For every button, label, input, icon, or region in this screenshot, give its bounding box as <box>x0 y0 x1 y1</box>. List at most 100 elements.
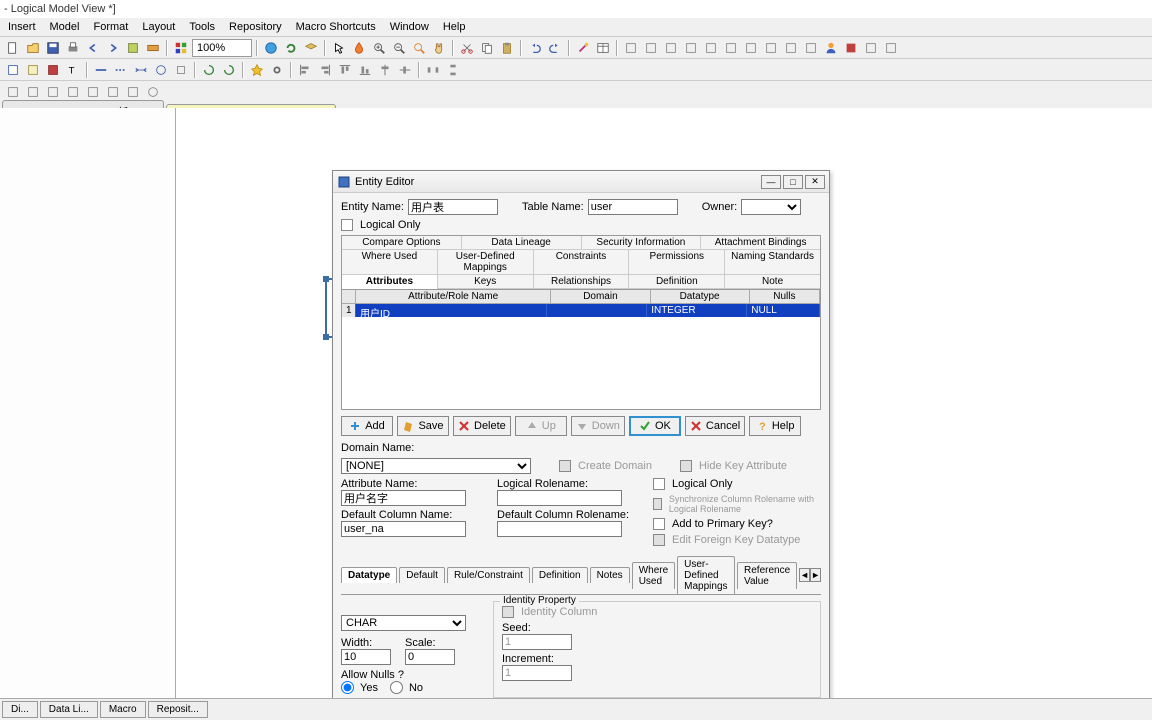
tool-refresh-icon[interactable] <box>282 39 300 57</box>
bottom-tab-0[interactable]: Di... <box>2 701 38 718</box>
tool-g5-icon[interactable] <box>702 39 720 57</box>
t3-8-icon[interactable] <box>144 83 162 101</box>
tab-note[interactable]: Note <box>725 275 820 289</box>
subtab-prev-button[interactable]: ◄ <box>799 568 810 582</box>
ok-button[interactable]: OK <box>629 416 681 436</box>
menu-insert[interactable]: Insert <box>2 19 42 35</box>
rel-subtype-icon[interactable] <box>152 61 170 79</box>
t3-1-icon[interactable] <box>4 83 22 101</box>
dist-h-icon[interactable] <box>424 61 442 79</box>
menu-window[interactable]: Window <box>384 19 435 35</box>
minimize-button[interactable]: — <box>761 175 781 189</box>
menu-layout[interactable]: Layout <box>136 19 181 35</box>
subtab-default[interactable]: Default <box>399 567 445 583</box>
bottom-tab-1[interactable]: Data Li... <box>40 701 98 718</box>
bottom-tab-3[interactable]: Reposit... <box>148 701 208 718</box>
t3-5-icon[interactable] <box>84 83 102 101</box>
align-vcenter-icon[interactable] <box>396 61 414 79</box>
tool-star-icon[interactable] <box>248 61 266 79</box>
entity-name-input[interactable] <box>408 199 498 215</box>
tool-gear-icon[interactable] <box>268 61 286 79</box>
tab-security-information[interactable]: Security Information <box>582 236 702 250</box>
attribute-name-input[interactable] <box>341 490 466 506</box>
t3-6-icon[interactable] <box>104 83 122 101</box>
tab-keys[interactable]: Keys <box>438 275 534 289</box>
draw-view-icon[interactable] <box>24 61 42 79</box>
subtab-notes[interactable]: Notes <box>590 567 630 583</box>
tool-recycle2-icon[interactable] <box>220 61 238 79</box>
menu-model[interactable]: Model <box>44 19 86 35</box>
down-button[interactable]: Down <box>571 416 625 436</box>
tool-g10-icon[interactable] <box>802 39 820 57</box>
draw-text-icon[interactable]: T <box>64 61 82 79</box>
tab-compare-options[interactable]: Compare Options <box>342 236 462 250</box>
tool-generic2-icon[interactable] <box>144 39 162 57</box>
t3-4-icon[interactable] <box>64 83 82 101</box>
save-button[interactable]: Save <box>397 416 449 436</box>
tab-permissions[interactable]: Permissions <box>629 250 725 275</box>
menu-help[interactable]: Help <box>437 19 472 35</box>
tool-colorswatch-icon[interactable] <box>172 39 190 57</box>
dialog-titlebar[interactable]: Entity Editor — □ ✕ <box>333 171 829 193</box>
align-bottom-icon[interactable] <box>356 61 374 79</box>
tool-fire-icon[interactable] <box>350 39 368 57</box>
grid-header-datatype[interactable]: Datatype <box>651 290 750 304</box>
align-right-icon[interactable] <box>316 61 334 79</box>
tool-zoomout-icon[interactable] <box>390 39 408 57</box>
default-column-name-input[interactable] <box>341 521 466 537</box>
tool-g3-icon[interactable] <box>662 39 680 57</box>
bottom-tab-2[interactable]: Macro <box>100 701 146 718</box>
logical-only-checkbox[interactable] <box>341 219 353 231</box>
grid-header-nulls[interactable]: Nulls <box>750 290 820 304</box>
allow-nulls-yes-radio[interactable] <box>341 681 354 694</box>
subtab-next-button[interactable]: ► <box>810 568 821 582</box>
subtab-user-defined-mappings[interactable]: User-Defined Mappings <box>677 556 735 594</box>
tool-g12-icon[interactable] <box>862 39 880 57</box>
grid-row-1[interactable]: 1 用户ID INTEGER NULL <box>342 304 820 317</box>
tool-redo-icon[interactable] <box>104 39 122 57</box>
grid-header-name[interactable]: Attribute/Role Name <box>356 290 551 304</box>
rel-g1-icon[interactable] <box>172 61 190 79</box>
menu-macro-shortcuts[interactable]: Macro Shortcuts <box>290 19 382 35</box>
rel-nonidentifying-icon[interactable] <box>112 61 130 79</box>
tool-hand-icon[interactable] <box>430 39 448 57</box>
owner-select[interactable] <box>741 199 801 215</box>
align-hcenter-icon[interactable] <box>376 61 394 79</box>
draw-entity-icon[interactable] <box>4 61 22 79</box>
grid-header-domain[interactable]: Domain <box>551 290 650 304</box>
tool-g13-icon[interactable] <box>882 39 900 57</box>
subtab-reference-value[interactable]: Reference Value <box>737 562 797 589</box>
tool-user-icon[interactable] <box>822 39 840 57</box>
tool-open-icon[interactable] <box>24 39 42 57</box>
tool-pointer-icon[interactable] <box>330 39 348 57</box>
tab-definition[interactable]: Definition <box>629 275 725 289</box>
resize-handle-icon[interactable] <box>323 276 329 282</box>
tab-where-used[interactable]: Where Used <box>342 250 438 275</box>
menu-format[interactable]: Format <box>87 19 134 35</box>
allow-nulls-no-radio[interactable] <box>390 681 403 694</box>
up-button[interactable]: Up <box>515 416 567 436</box>
tool-g8-icon[interactable] <box>762 39 780 57</box>
add-button[interactable]: Add <box>341 416 393 436</box>
cancel-button[interactable]: Cancel <box>685 416 745 436</box>
tool-new-icon[interactable] <box>4 39 22 57</box>
tool-paste-icon[interactable] <box>498 39 516 57</box>
add-primary-checkbox[interactable] <box>653 518 665 530</box>
tool-save-icon[interactable] <box>44 39 62 57</box>
tool-g11-icon[interactable] <box>842 39 860 57</box>
draw-note-icon[interactable] <box>44 61 62 79</box>
tab-naming-standards[interactable]: Naming Standards <box>725 250 820 275</box>
tab-relationships[interactable]: Relationships <box>534 275 630 289</box>
tool-copy-icon[interactable] <box>478 39 496 57</box>
tool-print-icon[interactable] <box>64 39 82 57</box>
tool-undo2-icon[interactable] <box>526 39 544 57</box>
subtab-definition[interactable]: Definition <box>532 567 588 583</box>
tool-cut-icon[interactable] <box>458 39 476 57</box>
tool-g4-icon[interactable] <box>682 39 700 57</box>
tool-g2-icon[interactable] <box>642 39 660 57</box>
subtab-datatype[interactable]: Datatype <box>341 567 397 583</box>
scale-input[interactable] <box>405 649 455 665</box>
t3-3-icon[interactable] <box>44 83 62 101</box>
subtab-where-used[interactable]: Where Used <box>632 562 675 589</box>
dist-v-icon[interactable] <box>444 61 462 79</box>
